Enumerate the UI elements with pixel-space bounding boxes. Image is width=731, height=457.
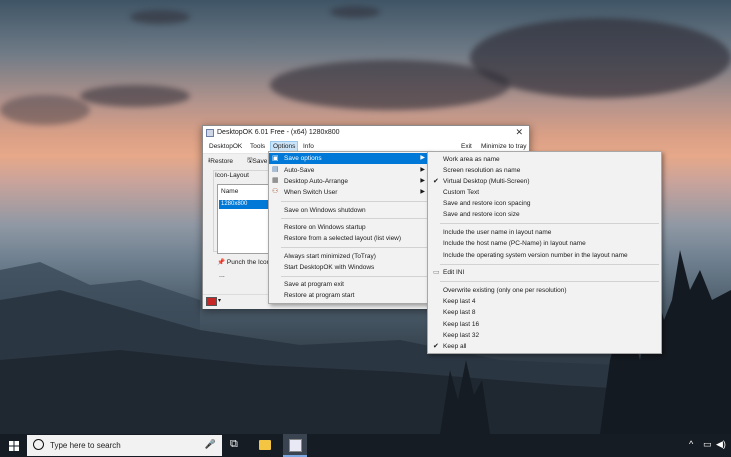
menu-item-when-switch-user[interactable]: When Switch User ▶ xyxy=(269,187,429,198)
windows-start-icon[interactable] xyxy=(9,441,19,451)
options-menu: Save options ▶ Auto-Save ▶ Desktop Auto-Ar… xyxy=(268,151,430,304)
submenu-arrow-icon: ▶ xyxy=(420,178,425,184)
save-button[interactable]: 🖫 Save xyxy=(247,156,267,167)
submenu-item-keep-last-32[interactable]: Keep last 32 xyxy=(428,330,661,341)
menu-item-start-with-windows[interactable]: Start DesktopOK with Windows xyxy=(269,262,429,273)
submenu-arrow-icon: ▶ xyxy=(420,167,425,173)
volume-icon[interactable]: ◀) xyxy=(716,439,726,450)
menu-item-auto-save[interactable]: Auto-Save ▶ xyxy=(269,165,429,176)
window-title: DesktopOK 6.01 Free - (x64) 1280x800 xyxy=(217,129,340,136)
submenu-item-keep-last-4[interactable]: Keep last 4 xyxy=(428,296,661,307)
restore-button[interactable]: ⭳ Restore xyxy=(208,156,233,167)
minimize-to-tray-button[interactable]: Minimize to tray xyxy=(481,143,527,150)
submenu-item-keep-last-8[interactable]: Keep last 8 xyxy=(428,307,661,318)
dropdown-icon[interactable]: ▾ xyxy=(218,297,221,304)
submenu-item-include-user-name[interactable]: Include the user name in layout name xyxy=(428,227,661,238)
title-bar[interactable]: DesktopOK 6.01 Free - (x64) 1280x800 ✕ xyxy=(203,126,529,140)
submenu-item-icon-spacing[interactable]: Save and restore icon spacing xyxy=(428,198,661,209)
network-icon[interactable]: ▭ xyxy=(703,439,712,450)
list-item[interactable]: 1280x800 xyxy=(219,200,274,209)
submenu-item-keep-last-16[interactable]: Keep last 16 xyxy=(428,319,661,330)
punch-label: Punch the Icons xyxy=(226,259,274,266)
submenu-item-include-host-name[interactable]: Include the host name (PC-Name) in layou… xyxy=(428,238,661,249)
menu-item-restore-on-startup[interactable]: Restore on Windows startup xyxy=(269,222,429,233)
submenu-arrow-icon: ▶ xyxy=(420,155,425,161)
exit-button[interactable]: Exit xyxy=(461,143,472,150)
submenu-item-icon-size[interactable]: Save and restore icon size xyxy=(428,209,661,220)
menu-item-save-at-exit[interactable]: Save at program exit xyxy=(269,279,429,290)
menu-separator xyxy=(440,264,659,265)
cortana-icon xyxy=(33,439,44,450)
punch-icons-button[interactable]: 📌 Punch the Icons xyxy=(217,258,274,266)
submenu-item-screen-resolution[interactable]: Screen resolution as name xyxy=(428,165,661,176)
submenu-item-edit-ini[interactable]: ▭ Edit INI xyxy=(428,267,661,278)
flag-icon[interactable] xyxy=(206,297,217,306)
save-options-submenu: Work area as name Screen resolution as n… xyxy=(427,151,662,354)
checkmark-icon: ✔ xyxy=(433,343,439,350)
submenu-item-custom-text[interactable]: Custom Text xyxy=(428,187,661,198)
menu-separator xyxy=(281,247,427,248)
close-button[interactable]: ✕ xyxy=(515,127,523,138)
submenu-item-virtual-desktop[interactable]: ✔ Virtual Desktop (Multi-Screen) xyxy=(428,176,661,187)
menu-separator xyxy=(281,218,427,219)
task-view-icon[interactable]: ⧉ xyxy=(230,438,238,451)
auto-save-icon: ▤ xyxy=(272,166,279,173)
submenu-item-work-area[interactable]: Work area as name xyxy=(428,154,661,165)
menu-info[interactable]: Info xyxy=(303,143,314,150)
grid-icon: ▦ xyxy=(272,177,279,184)
submenu-item-keep-all[interactable]: ✔ Keep all xyxy=(428,341,661,352)
desktopok-taskbar-button[interactable] xyxy=(283,434,307,457)
menu-item-save-options[interactable]: Save options ▶ xyxy=(269,153,429,164)
desktopok-icon xyxy=(289,439,302,452)
menu-item-start-minimized[interactable]: Always start minimized (ToTray) xyxy=(269,251,429,262)
menu-tools[interactable]: Tools xyxy=(250,143,265,150)
checkmark-icon: ✔ xyxy=(433,178,439,185)
save-label: Save xyxy=(252,158,268,165)
ini-file-icon: ▭ xyxy=(433,269,440,276)
submenu-item-include-os-version[interactable]: Include the operating system version num… xyxy=(428,250,661,261)
menu-separator xyxy=(440,223,659,224)
desktopok-app-icon xyxy=(206,129,214,137)
menu-separator xyxy=(281,276,427,277)
chevron-up-icon[interactable]: ^ xyxy=(689,439,693,449)
menu-separator xyxy=(440,281,659,282)
menu-item-restore-from-layout[interactable]: Restore from a selected layout (list vie… xyxy=(269,233,429,244)
menu-item-desktop-auto-arrange[interactable]: Desktop Auto-Arrange ▶ xyxy=(269,176,429,187)
ellipsis-button[interactable]: ... xyxy=(219,272,225,279)
users-icon: ⚇ xyxy=(272,188,279,195)
submenu-item-overwrite-existing[interactable]: Overwrite existing (only one per resolut… xyxy=(428,285,661,296)
microphone-icon[interactable]: 🎤 xyxy=(205,439,216,450)
menu-item-restore-at-start[interactable]: Restore at program start xyxy=(269,290,429,301)
search-box[interactable]: Type here to search 🎤 xyxy=(27,435,222,456)
save-icon: ▣ xyxy=(272,155,279,162)
list-header-name[interactable]: Name xyxy=(221,188,238,195)
menu-desktopok[interactable]: DesktopOK xyxy=(209,143,242,150)
taskbar: Type here to search 🎤 ⧉ ^ ▭ ◀) xyxy=(0,434,731,457)
file-explorer-icon[interactable] xyxy=(259,440,271,450)
icon-layout-label: Icon-Layout xyxy=(215,172,249,179)
menu-separator xyxy=(281,201,427,202)
restore-label: Restore xyxy=(210,158,234,165)
menu-item-save-on-shutdown[interactable]: Save on Windows shutdown xyxy=(269,205,429,216)
submenu-arrow-icon: ▶ xyxy=(420,189,425,195)
search-placeholder: Type here to search xyxy=(50,441,121,450)
